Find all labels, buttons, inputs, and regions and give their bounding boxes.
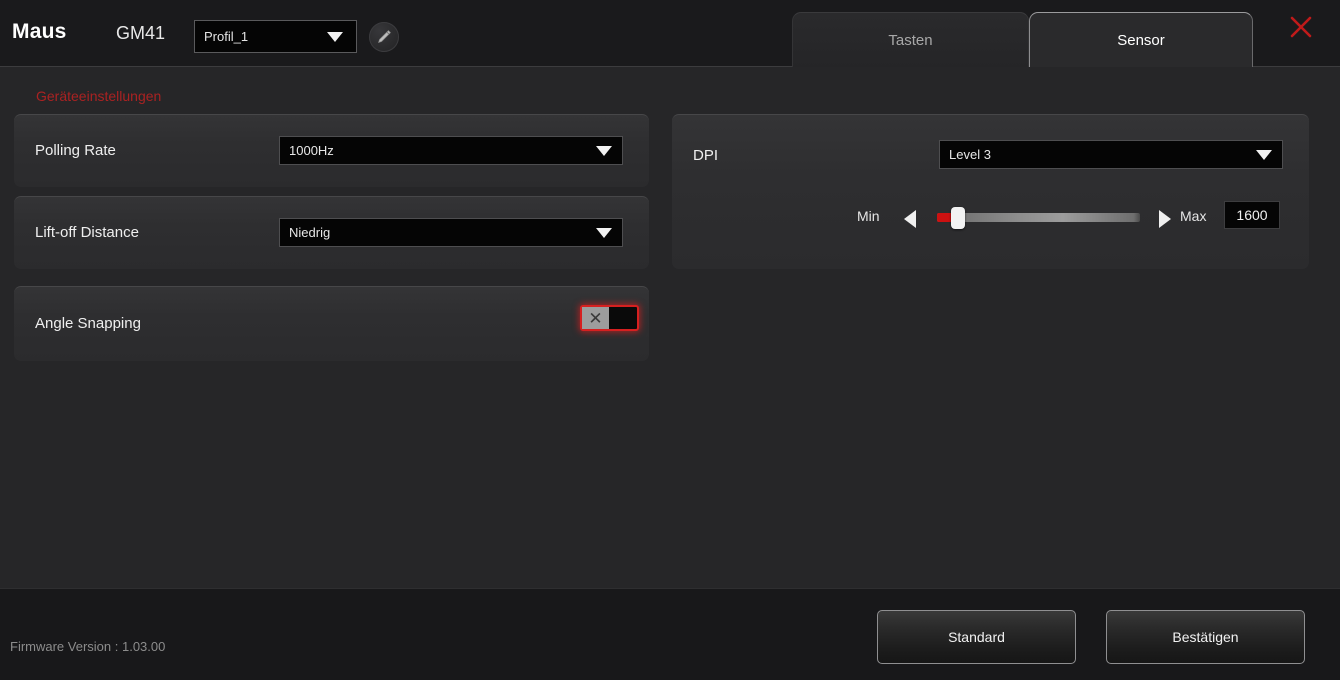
header-bar: Maus GM41 Profil_1 Tasten Sensor [0,0,1340,68]
setting-row-polling-rate: Polling Rate 1000Hz [14,114,649,187]
dpi-min-label: Min [857,208,880,224]
firmware-version-text: Firmware Version : 1.03.00 [10,639,166,654]
pencil-icon [375,28,393,46]
profile-dropdown-value: Profil_1 [204,29,249,44]
toggle-knob-x-icon: ✕ [582,307,609,329]
tab-tasten-label: Tasten [888,32,933,49]
footer-bar: Firmware Version : 1.03.00 Standard Best… [0,588,1340,680]
polling-rate-dropdown[interactable]: 1000Hz [279,136,623,165]
setting-panel-dpi: DPI Level 3 Min Max 1600 [672,114,1309,269]
device-name: GM41 [116,23,166,43]
dpi-slider-row: Min Max 1600 [672,201,1309,235]
mouse-config-window: Maus GM41 Profil_1 Tasten Sensor Gerätee… [0,0,1340,680]
lift-off-distance-label: Lift-off Distance [35,224,139,241]
dpi-level-dropdown[interactable]: Level 3 [939,140,1283,169]
setting-row-lift-off-distance: Lift-off Distance Niedrig [14,196,649,269]
dpi-value-field[interactable]: 1600 [1224,201,1280,229]
chevron-down-icon [327,31,343,42]
angle-snapping-label: Angle Snapping [35,315,141,332]
section-title-device-settings: Geräteeinstellungen [36,88,162,104]
dpi-max-label: Max [1180,208,1207,224]
tab-sensor[interactable]: Sensor [1029,12,1253,68]
settings-body: Geräteeinstellungen Polling Rate 1000Hz … [0,67,1340,588]
tab-tasten[interactable]: Tasten [792,12,1029,68]
dpi-slider[interactable] [937,207,1140,229]
lift-off-distance-value: Niedrig [289,225,331,240]
tab-sensor-label: Sensor [1117,32,1165,49]
arrow-right-icon[interactable] [1159,210,1171,228]
chevron-down-icon [1256,149,1272,160]
polling-rate-label: Polling Rate [35,142,116,159]
app-title: Maus [12,20,67,43]
angle-snapping-toggle[interactable]: ✕ [580,305,639,331]
profile-dropdown[interactable]: Profil_1 [194,20,357,53]
close-x-icon [1287,13,1315,46]
chevron-down-icon [596,145,612,156]
close-button[interactable] [1284,13,1317,46]
edit-profile-button[interactable] [369,22,399,52]
lift-off-distance-dropdown[interactable]: Niedrig [279,218,623,247]
dpi-label: DPI [693,147,719,164]
confirm-button[interactable]: Bestätigen [1106,610,1305,664]
dpi-slider-handle[interactable] [951,207,965,229]
polling-rate-value: 1000Hz [289,143,334,158]
arrow-left-icon[interactable] [904,210,916,228]
dpi-slider-track[interactable] [937,213,1140,222]
standard-button[interactable]: Standard [877,610,1076,664]
setting-row-angle-snapping: Angle Snapping ✕ [14,286,649,361]
chevron-down-icon [596,227,612,238]
dpi-level-value: Level 3 [949,147,991,162]
